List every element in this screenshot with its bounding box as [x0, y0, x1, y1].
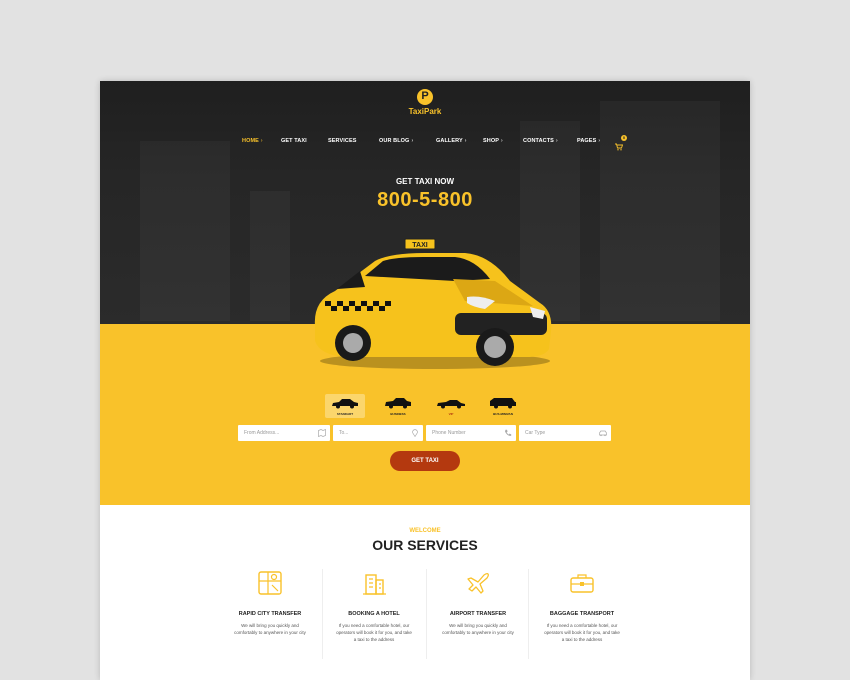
- service-text: If you need a comfortable hotel, our ope…: [336, 623, 412, 642]
- city-map-icon: [258, 571, 282, 595]
- hotel-icon: [363, 574, 386, 595]
- service-title: AIRPORT TRANSFER: [449, 611, 507, 617]
- car-type-vip[interactable]: VIP: [431, 394, 471, 418]
- car-type-bus-minivan[interactable]: BUS-MINIVAN: [483, 394, 523, 418]
- map-icon: [318, 429, 326, 437]
- car-type-standart[interactable]: STANDART: [325, 394, 365, 418]
- hero-phone[interactable]: 800-5-800: [100, 189, 750, 212]
- hero-subtitle: GET TAXI NOW: [395, 177, 455, 186]
- sedan-icon: [332, 399, 358, 409]
- cart-button[interactable]: 0: [615, 135, 627, 151]
- to-address-input[interactable]: To...: [333, 425, 423, 441]
- nav-item-gallery[interactable]: GALLERY ›: [436, 138, 467, 144]
- service-title: BOOKING A HOTEL: [348, 611, 400, 617]
- taxi-sign: TAXI: [412, 242, 427, 249]
- logo[interactable]: P TaxiPark: [400, 89, 450, 116]
- cart-count-badge: 0: [621, 135, 627, 141]
- logo-mark-icon: P: [417, 89, 433, 105]
- car-icon: [599, 430, 607, 437]
- airplane-icon: [467, 573, 489, 594]
- nav-item-contacts[interactable]: CONTACTS ›: [523, 138, 558, 144]
- service-card[interactable]: BAGGAGE TRANSPORT If you need a comforta…: [530, 565, 634, 680]
- nav-item-shop[interactable]: SHOP ›: [483, 138, 503, 144]
- service-text: If you need a comfortable hotel, our ope…: [544, 623, 620, 642]
- service-text: We will bring you quickly and comfortabl…: [442, 623, 514, 635]
- business-car-icon: [385, 398, 411, 409]
- service-text: We will bring you quickly and comfortabl…: [234, 623, 306, 635]
- brand-name: TaxiPark: [408, 107, 442, 116]
- services-title: OUR SERVICES: [372, 537, 478, 553]
- pin-icon: [412, 429, 418, 437]
- main-nav: HOME › GET TAXI SERVICES OUR BLOG › GALLER…: [100, 138, 750, 152]
- nav-item-get-taxi[interactable]: GET TAXI: [281, 138, 307, 144]
- phone-icon: [505, 429, 512, 436]
- suitcase-icon: [570, 574, 594, 593]
- vip-car-icon: [437, 400, 465, 409]
- nav-item-services[interactable]: SERVICES: [328, 138, 357, 144]
- service-card[interactable]: RAPID CITY TRANSFER We will bring you qu…: [218, 565, 322, 680]
- cart-icon: [615, 143, 624, 151]
- from-address-input[interactable]: From Address...: [238, 425, 330, 441]
- nav-item-pages[interactable]: PAGES ›: [577, 138, 600, 144]
- minivan-icon: [490, 398, 516, 409]
- service-card[interactable]: AIRPORT TRANSFER We will bring you quick…: [426, 565, 530, 680]
- car-type-select[interactable]: Car Type: [519, 425, 611, 441]
- phone-number-input[interactable]: Phone Number: [426, 425, 516, 441]
- services-kicker: WELCOME: [409, 528, 441, 534]
- nav-item-home[interactable]: HOME ›: [242, 138, 263, 144]
- get-taxi-button[interactable]: GET TAXI: [390, 451, 460, 471]
- car-type-selector: STANDART BUSINESS VIP BUS-MINIVAN: [323, 394, 523, 418]
- car-type-business[interactable]: BUSINESS: [378, 394, 418, 418]
- service-title: BAGGAGE TRANSPORT: [549, 611, 615, 617]
- service-card[interactable]: BOOKING A HOTEL If you need a comfortabl…: [322, 565, 426, 680]
- nav-item-our-blog[interactable]: OUR BLOG ›: [379, 138, 413, 144]
- taxi-landing-page: P TaxiPark HOME › GET TAXI SERVICES OUR B…: [100, 81, 750, 680]
- taxi-car-image: TAXI: [314, 238, 552, 369]
- service-title: RAPID CITY TRANSFER: [238, 611, 302, 617]
